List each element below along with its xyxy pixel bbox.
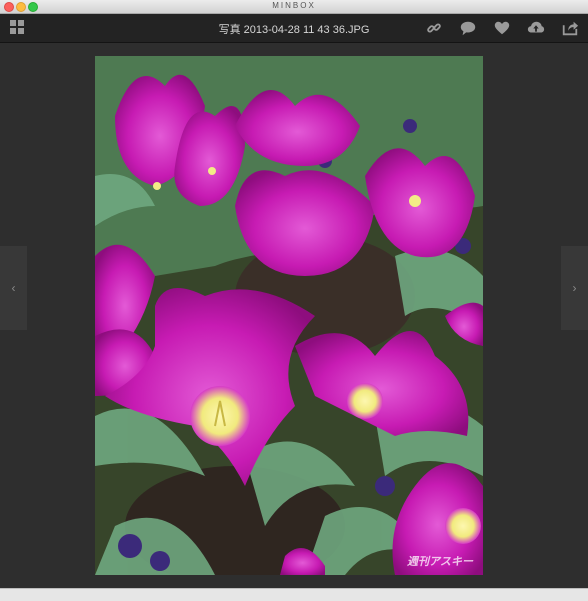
link-icon[interactable] xyxy=(424,18,444,38)
cloud-upload-icon[interactable] xyxy=(526,18,546,38)
app-title: MINBOX xyxy=(272,1,316,10)
toolbar: 写真 2013-04-28 11 43 36.JPG xyxy=(0,14,588,43)
next-photo-button[interactable]: › xyxy=(561,246,588,330)
bottom-bar xyxy=(0,588,588,601)
title-bar[interactable]: MINBOX xyxy=(0,0,588,14)
tulip-photo: 週刊アスキー xyxy=(95,56,483,575)
share-icon[interactable] xyxy=(560,18,580,38)
comment-icon[interactable] xyxy=(458,18,478,38)
heart-icon[interactable] xyxy=(492,18,512,38)
previous-photo-button[interactable]: ‹ xyxy=(0,246,27,330)
watermark: 週刊アスキー xyxy=(407,556,473,568)
grid-icon[interactable] xyxy=(10,20,24,34)
photo-viewer: 週刊アスキー ‹ › xyxy=(0,43,588,588)
app-window: MINBOX 写真 2013-04-28 11 43 36.JPG 週刊アスキー… xyxy=(0,0,588,601)
file-title: 写真 2013-04-28 11 43 36.JPG xyxy=(218,24,370,36)
toolbar-actions xyxy=(424,18,580,38)
